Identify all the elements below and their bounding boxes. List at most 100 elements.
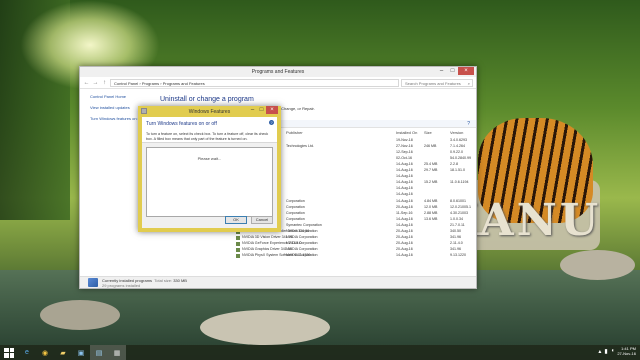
dialog-heading: Turn Windows features on or off [146,121,217,127]
table-row[interactable]: NVIDIA Graphics Driver 341.96 NVIDIA Corp… [156,247,476,253]
dialog-maximize-button[interactable]: □ [257,106,266,114]
dialog-instructions: To turn a feature on, select its check b… [146,132,269,141]
maximize-button[interactable]: □ [447,67,458,75]
cell-publisher: Corporation [286,210,305,215]
start-button[interactable] [0,345,18,360]
chrome-icon[interactable]: ◉ [36,345,54,360]
control-panel-icon[interactable]: ▤ [90,345,108,360]
cell-size: 15.2 MB [424,180,438,185]
cell-installed-on: 14-Aug-16 [396,222,413,227]
features-list[interactable]: Please wait... [146,147,273,217]
status-total-size-label: Total size: [154,277,173,283]
cell-version: 341.96 [450,235,461,240]
clock-date: 27-Nov-16 [617,351,636,356]
search-input[interactable]: Search Programs and Features ⌕ [401,78,473,87]
cell-version: 4.30.21003 [450,210,468,215]
cell-size: 29.7 MB [424,168,438,172]
column-version[interactable]: Version [450,130,463,135]
close-button[interactable]: × [458,67,474,75]
wallpaper-stone [200,310,330,345]
status-label: Currently installed programs [102,277,153,283]
up-arrow-icon[interactable]: ↑ [101,80,108,86]
network-icon[interactable]: ▮ [604,348,607,355]
cell-version: 3.4.0.6293 [450,137,467,142]
table-row[interactable]: NVIDIA PhysX System Software 9.13.1220 NV… [156,253,476,259]
cell-name: NVIDIA Graphics Driver 341.96 [242,247,292,252]
program-icon [236,253,240,258]
windows-features-dialog: Windows Features – □ × Turn Windows feat… [138,106,281,232]
program-icon [236,247,240,252]
cell-installed-on: 27-Nov-16 [396,143,413,148]
cell-installed-on: 20-Aug-16 [396,247,413,252]
help-icon[interactable]: ? [269,120,274,125]
column-publisher[interactable]: Publisher [286,130,303,135]
forward-arrow-icon[interactable]: → [92,80,99,86]
cell-installed-on: 14-Aug-16 [396,192,413,197]
column-installed-on[interactable]: Installed On [396,130,417,135]
cell-installed-on: 11-Sep-16 [396,210,413,215]
programs-icon [88,278,98,287]
breadcrumb-item[interactable]: Control Panel [114,81,138,86]
program-icon [236,241,240,246]
sidebar-link-control-panel-home[interactable]: Control Panel Home [90,94,148,99]
clock[interactable]: 1:41 PM 27-Nov-16 [617,346,636,356]
cell-publisher: NVIDIA Corporation [286,235,318,240]
back-arrow-icon[interactable]: ← [83,80,90,86]
dialog-close-button[interactable]: × [266,106,278,114]
volume-icon[interactable]: ◖ [611,348,615,354]
cell-size: 4.84 MB [424,198,438,203]
cell-installed-on: 20-Aug-16 [396,235,413,240]
table-row[interactable]: NVIDIA 3D Vision Driver 341.96 NVIDIA Cor… [156,235,476,241]
cell-publisher: Technologies Ltd. [286,143,314,148]
cell-installed-on: 20-Aug-16 [396,229,413,233]
cell-installed-on: 19-Nov-18 [396,137,413,142]
cell-version: 341.96 [450,247,461,252]
breadcrumb[interactable]: Control Panel › Programs › Programs and … [110,78,399,87]
help-icon[interactable]: ? [467,121,470,127]
cell-installed-on: 14-Aug-16 [396,253,413,258]
cancel-button[interactable]: Cancel [251,216,273,224]
wallpaper-stone [560,250,635,280]
dialog-minimize-button[interactable]: – [248,106,257,114]
cell-version: 340.50 [450,229,461,233]
cell-version: 2.2.8 [450,161,458,166]
page-title: Uninstall or change a program [160,96,254,103]
minimize-button[interactable]: – [436,67,447,75]
windows-logo-icon [4,347,14,358]
dialog-titlebar[interactable]: Windows Features – □ × [138,106,281,117]
cell-installed-on: 14-Aug-16 [396,216,413,221]
breadcrumb-item[interactable]: Programs [142,81,159,86]
cell-installed-on: 02-Oct-16 [396,155,412,160]
column-size[interactable]: Size [424,130,432,135]
cell-publisher: Corporation [286,204,305,209]
status-count: 29 programs installed [102,282,141,288]
cell-size: 25.4 MB [424,161,438,166]
cell-publisher: Corporation [286,216,305,221]
store-icon[interactable]: ▣ [72,345,90,360]
cell-version: 18.1.51.0 [450,168,465,172]
cell-version: 54.0.2840.99 [450,155,471,160]
cell-publisher: NVIDIA Corporation [286,253,318,258]
cell-size: 2.88 MB [424,210,438,215]
cell-version: 9.13.1220 [450,253,466,258]
breadcrumb-item[interactable]: Programs and Features [163,81,205,86]
file-explorer-icon[interactable]: ▰ [54,345,72,360]
cell-installed-on: 12-Sep-16 [396,149,413,154]
table-row[interactable]: NVIDIA GeForce Experience 2.11.4.0 NVIDIA… [156,241,476,247]
cell-installed-on: 20-Aug-16 [396,241,413,246]
cell-installed-on: 14-Aug-16 [396,161,413,166]
cell-version: 21.7.0.11 [450,222,465,227]
windows-features-icon[interactable]: ▦ [108,345,126,360]
cell-publisher: Corporation [286,198,305,203]
show-hidden-icons-icon[interactable]: ▴ [598,348,601,355]
cell-version: 2.11.4.0 [450,241,463,246]
cell-size: 13.6 MB [424,216,438,221]
cell-publisher: NVIDIA Corporation [286,247,318,252]
search-icon[interactable]: ⌕ [468,80,470,86]
status-total-size: 330 MB [173,277,187,283]
cell-version: 11.0.6.1194 [450,180,469,185]
status-bar: Currently installed programs Total size:… [80,276,476,288]
ok-button[interactable]: OK [225,216,247,224]
ie-icon[interactable]: e [18,345,36,360]
window-titlebar[interactable]: Programs and Features – □ × [80,67,476,77]
